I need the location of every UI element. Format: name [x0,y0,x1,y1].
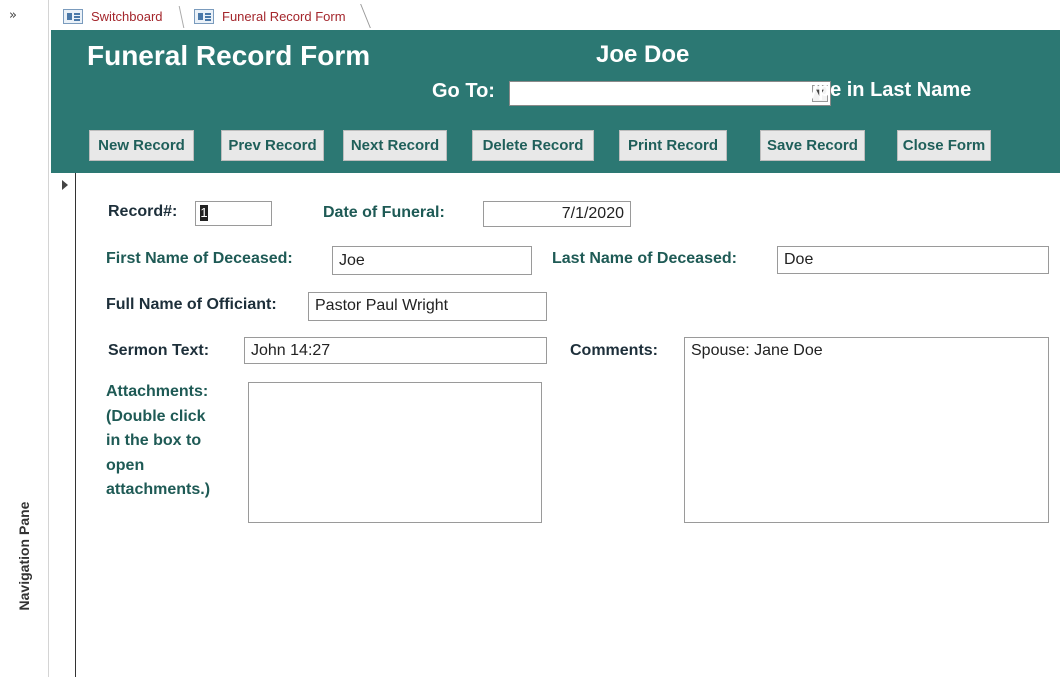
record-number-field[interactable]: 1 [195,201,272,226]
attachments-label-line: (Double click [106,407,206,425]
first-name-field[interactable]: Joe [332,246,532,275]
form-title: Funeral Record Form [87,40,371,71]
current-record-arrow-icon [62,180,68,190]
tab-label: Switchboard [91,8,163,24]
goto-hint: Type in Last Name [796,79,972,101]
record-number-label: Record#: [108,203,178,220]
last-name-label: Last Name of Deceased: [552,250,737,267]
expand-nav-pane-icon[interactable]: » [9,8,17,23]
record-number-value: 1 [200,204,208,221]
date-of-funeral-label: Date of Funeral: [323,204,445,221]
attachments-label-line: attachments.) [106,481,211,498]
delete-record-button[interactable]: Delete Record [472,130,594,161]
tab-funeral-record-form[interactable]: Funeral Record Form [188,4,360,28]
print-record-button[interactable]: Print Record [619,130,727,161]
record-selector[interactable] [51,173,76,677]
goto-label: Go To: [432,80,495,102]
attachments-label-line: in the box to [106,432,202,449]
new-record-button[interactable]: New Record [89,130,194,161]
comments-field[interactable]: Spouse: Jane Doe [684,337,1049,523]
goto-combobox[interactable]: ▼ [509,81,831,106]
sermon-text-field[interactable]: John 14:27 [244,337,547,364]
comments-label: Comments: [570,342,659,359]
save-record-button[interactable]: Save Record [760,130,865,161]
attachments-label-line: open [106,456,145,474]
date-of-funeral-field[interactable]: 7/1/2020 [483,201,631,227]
officiant-field[interactable]: Pastor Paul Wright [308,292,547,321]
prev-record-button[interactable]: Prev Record [221,130,324,161]
navigation-pane-label[interactable]: Navigation Pane [16,502,32,611]
last-name-field[interactable]: Doe [777,246,1049,274]
form-icon [63,8,83,24]
navigation-pane[interactable]: » Navigation Pane [0,0,49,677]
attachments-field[interactable] [248,382,542,523]
tab-label: Funeral Record Form [222,8,346,24]
first-name-label: First Name of Deceased: [106,250,293,267]
close-form-button[interactable]: Close Form [897,130,991,161]
document-tab-bar: Switchboard Funeral Record Form [49,0,1060,30]
current-record-name: Joe Doe [596,41,690,68]
form-icon [194,8,214,24]
next-record-button[interactable]: Next Record [343,130,447,161]
tab-switchboard[interactable]: Switchboard [57,4,189,28]
sermon-text-label: Sermon Text: [108,342,210,359]
attachments-label-line: Attachments: [106,383,209,400]
form-header: Funeral Record Form Joe Doe Go To: ▼ Typ… [51,30,1060,173]
officiant-label: Full Name of Officiant: [106,296,277,313]
attachments-label: Attachments: (Double click in the box to… [106,380,236,503]
